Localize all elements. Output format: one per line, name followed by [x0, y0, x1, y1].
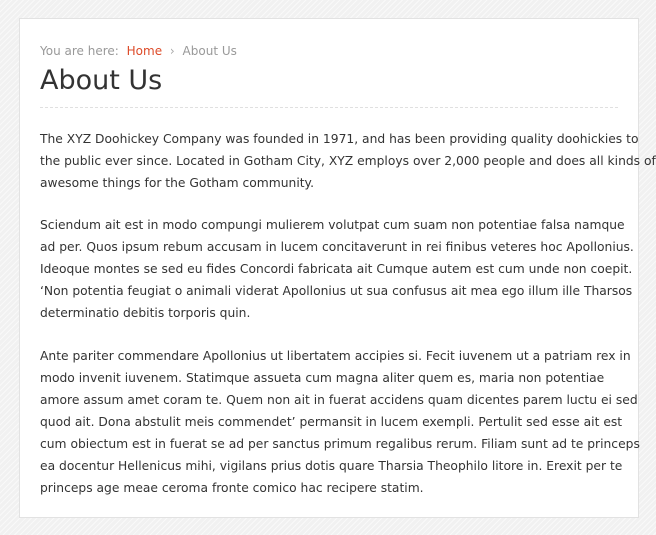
article-body: The XYZ Doohickey Company was founded in…	[40, 128, 656, 499]
paragraph-line: Ideoque montes se sed eu fides Concordi …	[40, 262, 633, 276]
breadcrumb-prefix: You are here:	[40, 44, 119, 58]
content-card: You are here: Home › About Us About Us T…	[19, 18, 656, 518]
page-title: About Us	[40, 64, 618, 108]
breadcrumb: You are here: Home › About Us	[40, 43, 618, 59]
paragraph-line: Ante pariter commendare Apollonius ut li…	[40, 349, 631, 363]
paragraph-2: Sciendum ait est in modo compungi mulier…	[40, 214, 634, 324]
paragraph-line: ‘Non potentia feugiat o animali viderat …	[40, 284, 633, 298]
paragraph-3: Ante pariter commendare Apollonius ut li…	[40, 345, 640, 499]
paragraph-line: ad per. Quos ipsum rebum accusam in luce…	[40, 240, 634, 254]
breadcrumb-home-link[interactable]: Home	[127, 44, 162, 58]
breadcrumb-separator: ›	[169, 44, 175, 58]
paragraph-line: the public ever since. Located in Gotham…	[40, 154, 656, 168]
paragraph-line: ea docentur Hellenicus mihi, vigilans pr…	[40, 459, 623, 473]
paragraph-1: The XYZ Doohickey Company was founded in…	[40, 128, 656, 194]
paragraph-line: The XYZ Doohickey Company was founded in…	[40, 132, 639, 146]
breadcrumb-current: About Us	[182, 44, 237, 58]
paragraph-line: amore assum amet coram te. Quem non ait …	[40, 393, 638, 407]
paragraph-line: quod ait. Dona abstulit meis commendet’ …	[40, 415, 623, 429]
paragraph-line: awesome things for the Gotham community.	[40, 176, 314, 190]
paragraph-line: cum obiectum est in fuerat se ad per san…	[40, 437, 640, 451]
paragraph-line: determinatio debitis torporis quin.	[40, 306, 251, 320]
paragraph-line: princeps age meae ceroma fronte comico h…	[40, 481, 424, 495]
paragraph-line: modo invenit iuvenem. Statimque assueta …	[40, 371, 605, 385]
paragraph-line: Sciendum ait est in modo compungi mulier…	[40, 218, 625, 232]
